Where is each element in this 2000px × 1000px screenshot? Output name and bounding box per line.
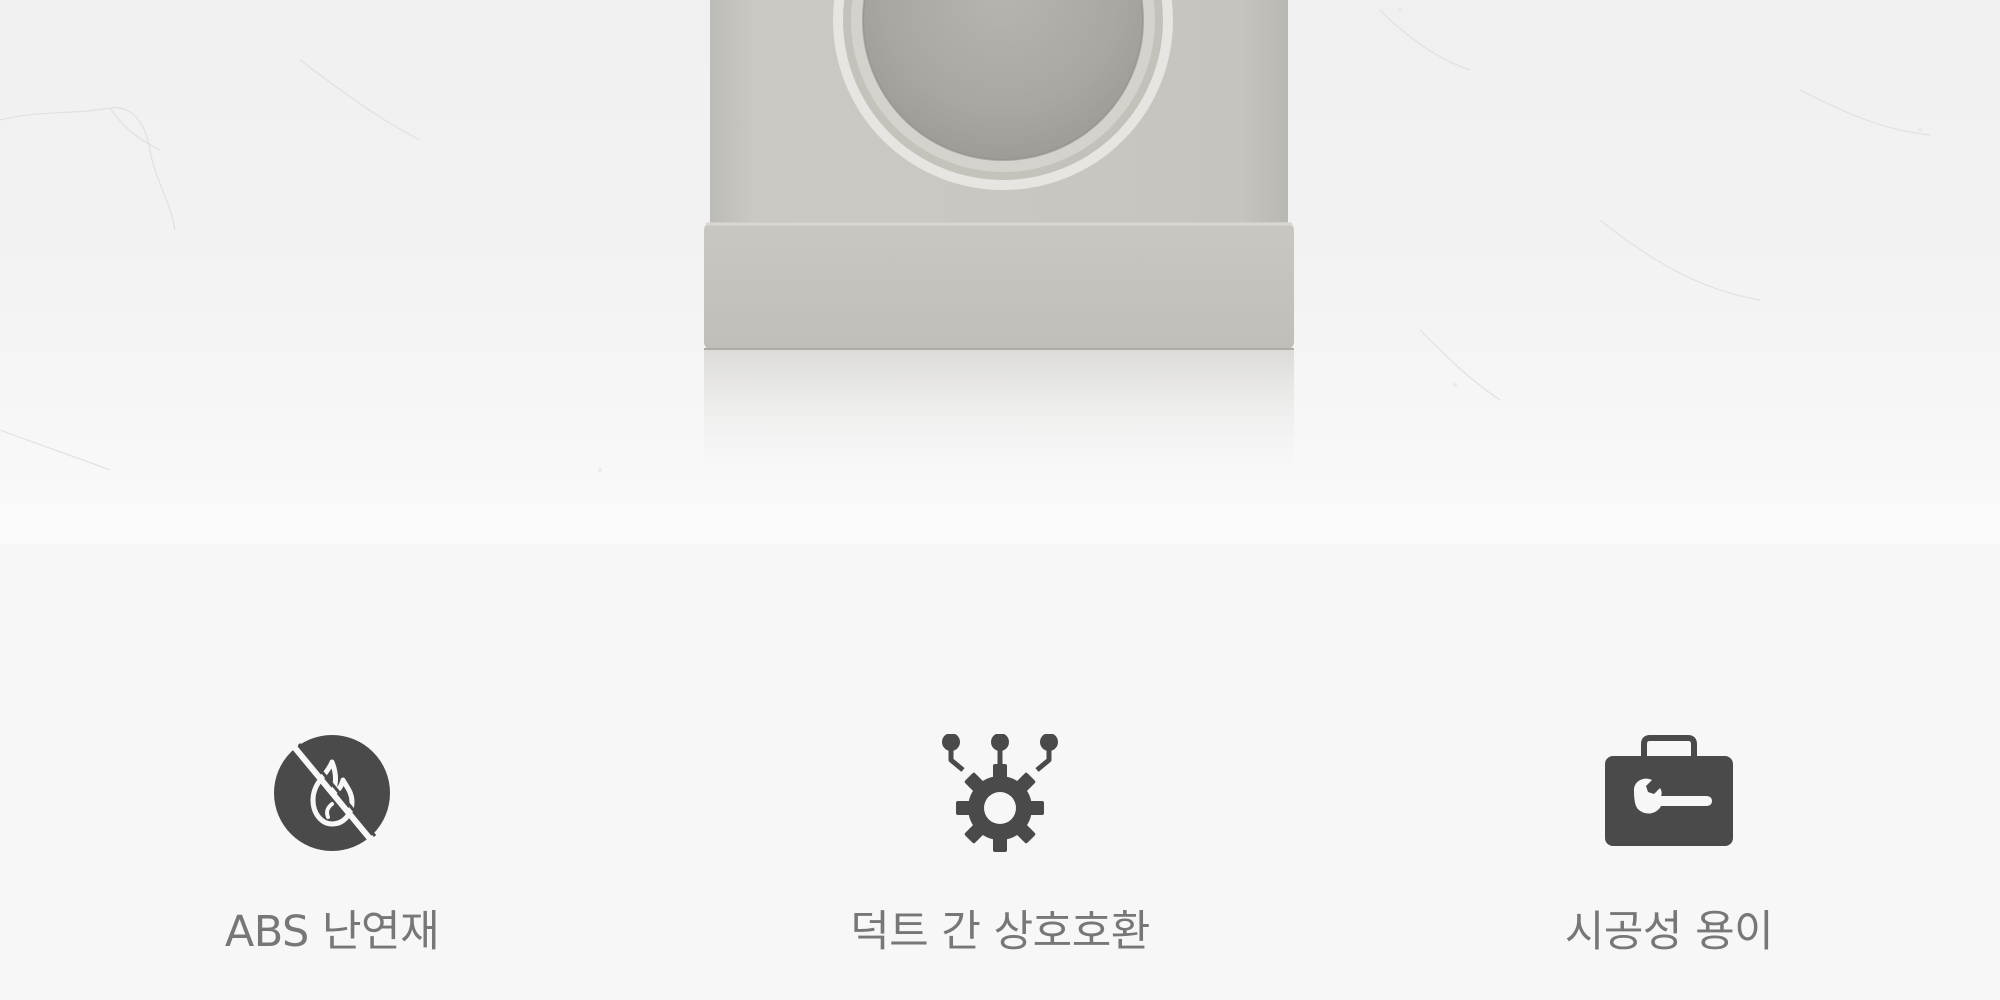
feature-label: 시공성 용이 — [1564, 907, 1774, 957]
duct-fitting-image — [704, 0, 1294, 490]
no-fire-icon — [274, 735, 390, 851]
product-hero — [0, 0, 2000, 544]
feature-list: ABS 난연재 덕트 간 상호호환 시공성 용이 — [0, 544, 2000, 1000]
gear-connector-icon — [942, 734, 1058, 852]
feature-label: 덕트 간 상호호환 — [850, 907, 1150, 957]
page: ABS 난연재 덕트 간 상호호환 시공성 용이 — [0, 0, 2000, 1000]
feature-item-compatibility: 덕트 간 상호호환 — [800, 734, 1200, 974]
feature-label: ABS 난연재 — [224, 907, 440, 957]
feature-item-flame-retardant: ABS 난연재 — [132, 734, 532, 974]
toolbox-wrench-icon — [1605, 735, 1733, 846]
feature-item-easy-install: 시공성 용이 — [1469, 734, 1869, 974]
